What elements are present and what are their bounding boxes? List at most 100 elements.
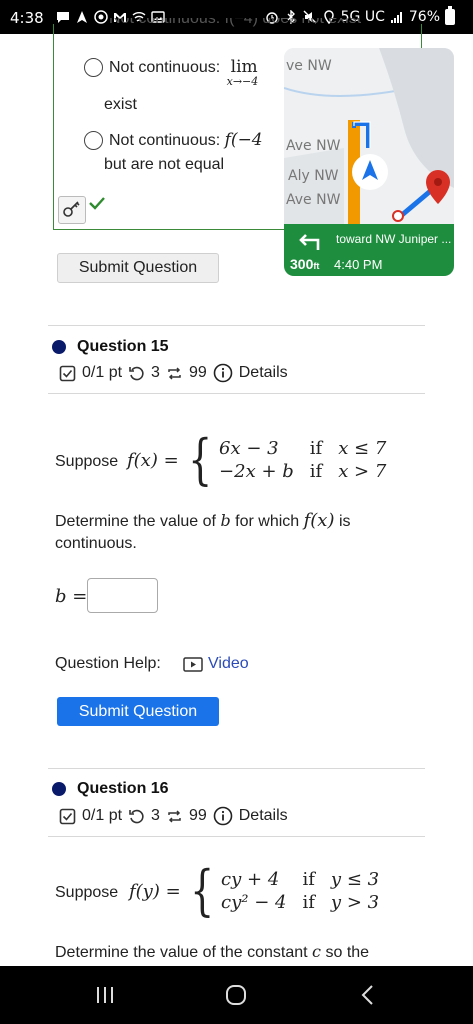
radio-button-2[interactable] (84, 131, 103, 150)
target-icon (94, 10, 108, 24)
q16-title: Question 16 (77, 780, 169, 797)
attempts-icon (168, 366, 181, 380)
turn-left-icon (299, 234, 320, 250)
option-radio-row-1[interactable]: Not continuous: lim x→−4 (84, 57, 259, 88)
option1-prefix: Not continuous: (109, 59, 221, 76)
map-overlay[interactable]: ve NW Ave NW Aly NW Ave NW toward NW Jun… (284, 48, 454, 276)
distance-unit: ft (313, 261, 320, 271)
check-icon (89, 197, 105, 210)
option2-math: f(−4 (224, 130, 263, 150)
navigation-panel[interactable]: toward NW Juniper ... 300ft 4:40 PM (284, 224, 454, 276)
q16-retries: 3 (151, 807, 160, 824)
q15-submit-button[interactable]: Submit Question (57, 697, 219, 726)
key-icon (63, 201, 80, 217)
attempts-icon (168, 809, 181, 823)
option2-prefix: Not continuous: (109, 132, 221, 149)
battery-percent: 76% (408, 9, 440, 25)
q16-case1-if: if (302, 869, 315, 890)
q15-video-link[interactable]: Video (183, 653, 249, 675)
distance-value: 300 (290, 256, 314, 272)
q15-cases: 6x − 3 if x ≤ 7 −2x + b if x > 7 (219, 438, 386, 482)
q15-determine-var: b (220, 511, 231, 530)
option1-lim-sub: x→−4 (226, 75, 259, 88)
q15-details-link[interactable]: Details (239, 364, 288, 382)
q16-details-link[interactable]: Details (239, 807, 288, 825)
option2-continuation: but are not equal (104, 156, 225, 173)
key-button[interactable] (58, 196, 86, 224)
divider (48, 768, 425, 769)
status-time: 4:38 (10, 9, 44, 27)
q15-case1-expr: 6x − 3 (219, 438, 279, 459)
q15-case2-if: if (309, 461, 323, 482)
signal-icon (390, 12, 402, 23)
cut-off-option-text: Not continuous: f(−4) does not exist (109, 18, 362, 27)
q16-determine-end: so the (325, 944, 370, 961)
navigation-icon (77, 11, 87, 23)
option1-lim: lim x→−4 (227, 57, 259, 88)
map-street-2: Ave NW (286, 138, 341, 154)
recent-apps-icon[interactable] (92, 983, 118, 1007)
question-dot (52, 340, 66, 354)
map-street-4: Ave NW (286, 192, 341, 208)
checkbox-icon (59, 365, 76, 381)
option1-continuation: exist (104, 96, 137, 113)
home-icon[interactable] (223, 983, 249, 1007)
q15-determine-line2: continuous. (55, 535, 137, 552)
q15-determine-func: f(x) (303, 510, 335, 531)
q15-case2-cond: x > 7 (338, 461, 387, 482)
q15-func: f(x) = (127, 449, 179, 471)
brace-symbol: { (187, 428, 212, 491)
q15-determine-text: Determine the value of (55, 513, 216, 530)
chat-icon (57, 12, 69, 23)
brace-symbol: { (189, 859, 214, 922)
retry-icon (129, 366, 144, 380)
q16-piecewise: f(y) = { cy + 4 if y ≤ 3 cy² − 4 if y > … (129, 864, 379, 918)
q16-attempts: 99 (188, 807, 207, 824)
q16-determine-var: c (312, 942, 322, 961)
retry-icon (129, 809, 144, 823)
q15-piecewise: f(x) = { 6x − 3 if x ≤ 7 −2x + b if x > … (127, 433, 386, 487)
q16-case1-expr: cy + 4 (221, 869, 280, 890)
radio-button-1[interactable] (84, 58, 103, 77)
q15-title: Question 15 (77, 338, 169, 355)
q15-help-label: Question Help: (55, 655, 161, 672)
navigation-distance: 300ft (290, 256, 319, 272)
divider (48, 836, 425, 837)
q16-points: 0/1 pt (82, 807, 123, 824)
video-link-text[interactable]: Video (208, 653, 249, 675)
map-street-1: ve NW (286, 58, 332, 74)
video-icon (183, 656, 203, 672)
q16-suppose: Suppose (55, 884, 119, 901)
q16-case2-expr: cy² − 4 (221, 892, 287, 913)
option1-lim-text: lim (230, 57, 258, 77)
prev-submit-button[interactable]: Submit Question (57, 253, 219, 283)
q16-determine: Determine the value of the constant c so… (55, 941, 425, 964)
info-icon[interactable] (213, 363, 233, 383)
navigation-eta: 4:40 PM (334, 257, 383, 272)
cut-off-option: Not continuous: f(−4) does not exist (109, 18, 361, 32)
q16-case2-cond: y > 3 (330, 892, 380, 913)
checkbox-icon (59, 808, 76, 824)
q15-case1-if: if (309, 438, 323, 459)
q15-determine-for-which: for which (235, 513, 300, 530)
q16-case1-cond: y ≤ 3 (330, 869, 380, 890)
navigation-toward: toward NW Juniper ... (336, 232, 452, 246)
map-street-3: Aly NW (288, 168, 339, 184)
q15-retries: 3 (151, 364, 160, 381)
q15-answer-input[interactable] (87, 578, 158, 613)
q15-points: 0/1 pt (82, 364, 123, 381)
divider (48, 325, 425, 326)
q15-answer-label: b = (55, 586, 88, 607)
q15-case2-expr: −2x + b (219, 461, 294, 482)
q16-meta: 0/1 pt 3 99 Details (59, 806, 288, 826)
system-nav-bar (0, 966, 473, 1024)
q15-attempts: 99 (188, 364, 207, 381)
back-icon[interactable] (356, 983, 382, 1007)
battery-icon (445, 6, 455, 25)
q15-determine-is: is (338, 513, 351, 530)
option-radio-row-2[interactable]: Not continuous: f(−4 (84, 130, 263, 150)
question-dot (52, 782, 66, 796)
info-icon[interactable] (213, 806, 233, 826)
q16-determine-text: Determine the value of the constant (55, 944, 308, 961)
q16-cases: cy + 4 if y ≤ 3 cy² − 4 if y > 3 (221, 869, 379, 913)
